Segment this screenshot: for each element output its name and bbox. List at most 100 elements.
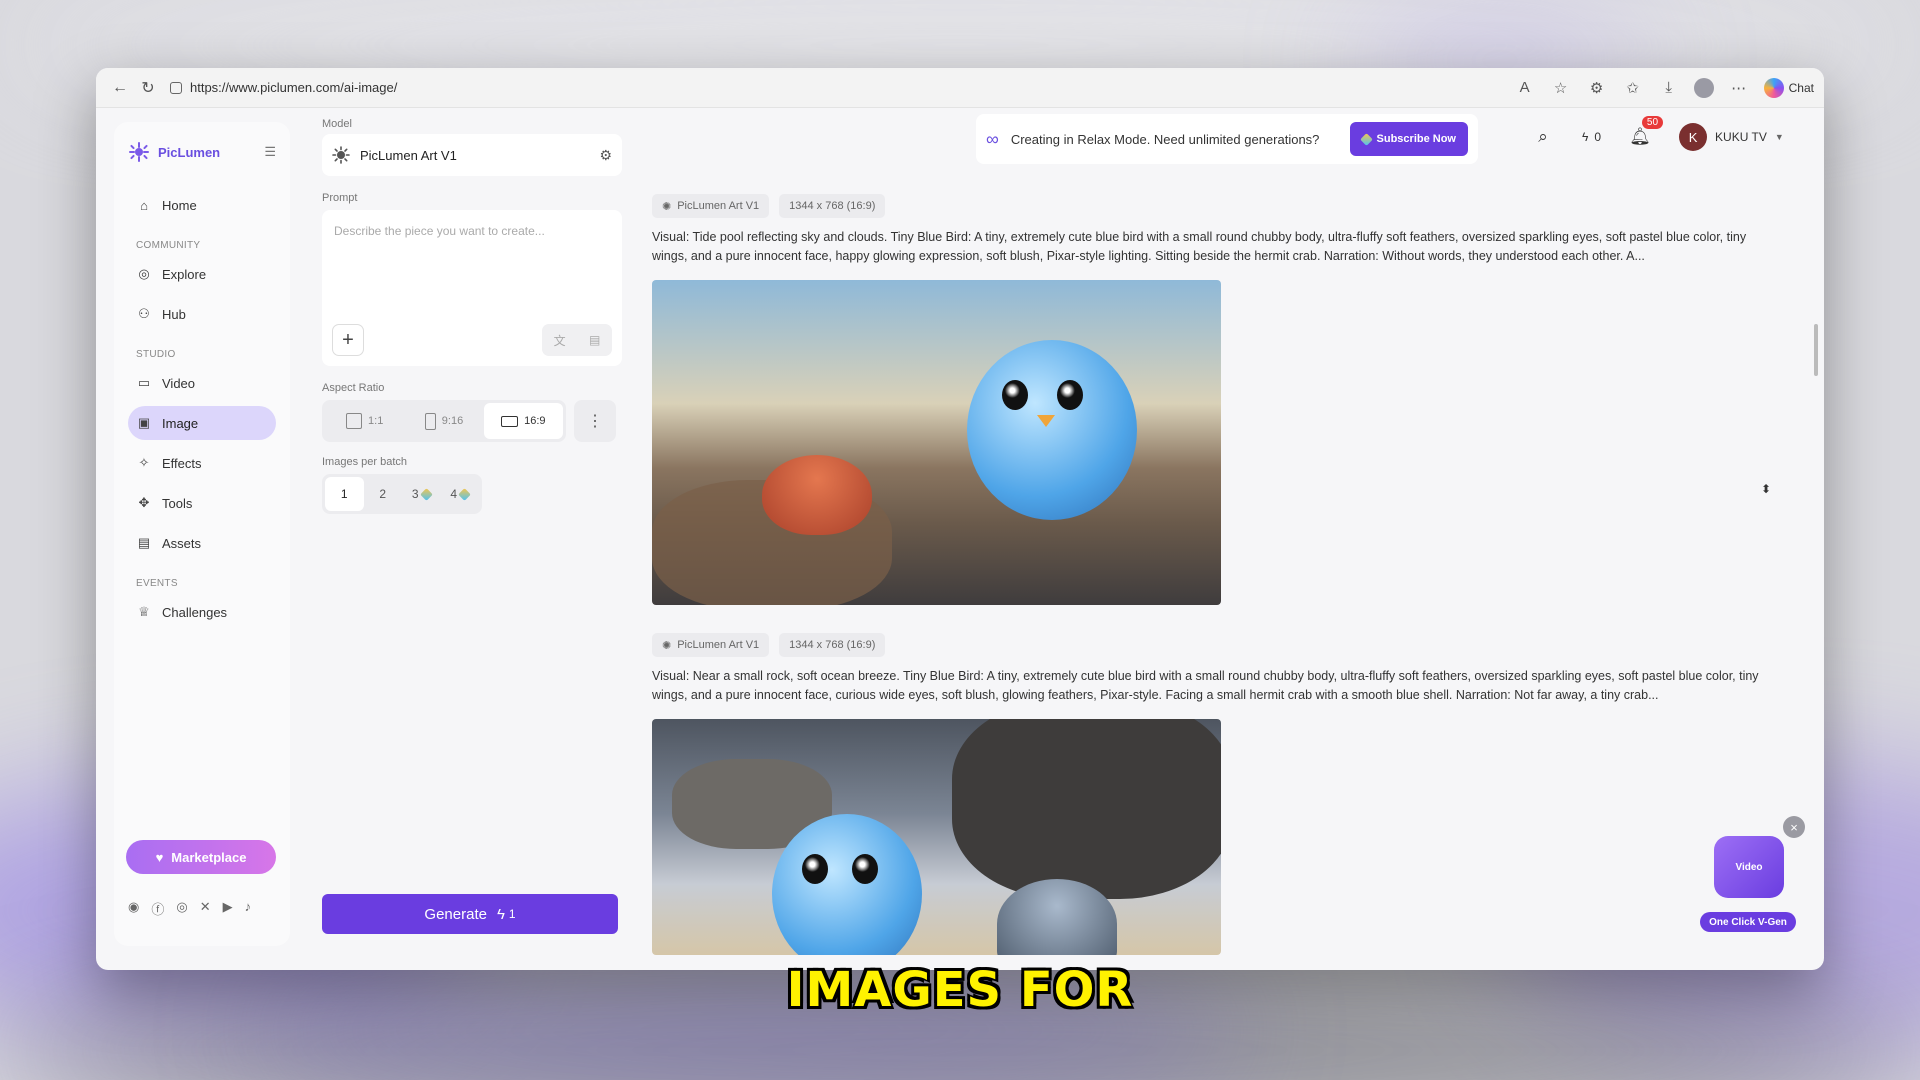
trophy-icon: ♕	[138, 604, 150, 619]
credits-counter[interactable]: ϟ 0	[1582, 130, 1601, 144]
instagram-icon[interactable]: ◎	[176, 899, 187, 918]
lock-icon	[170, 81, 182, 94]
extensions-icon[interactable]: ⚙	[1586, 77, 1608, 99]
video-icon: ▭	[137, 375, 151, 390]
batch-option-1[interactable]: 1	[325, 477, 364, 511]
home-icon: ⌂	[140, 197, 148, 213]
images-per-batch-selector: 1 2 3 4	[322, 474, 482, 514]
section-studio: STUDIO	[136, 349, 176, 360]
more-ratios-button[interactable]: ⋮	[574, 400, 616, 442]
infinity-icon: ∞	[986, 128, 999, 149]
section-events: EVENTS	[136, 578, 178, 589]
browser-toolbar: ← ↻ https://www.piclumen.com/ai-image/ A…	[96, 68, 1824, 108]
downloads-icon[interactable]: ⤓	[1658, 77, 1680, 99]
sidebar-item-video[interactable]: ▭ Video	[128, 366, 276, 400]
premium-gem-icon	[458, 487, 471, 501]
chevron-down-icon: ▼	[1774, 132, 1784, 142]
marketplace-button[interactable]: ♥ Marketplace	[126, 840, 276, 874]
prompt-input[interactable]	[334, 224, 610, 238]
facebook-icon[interactable]: ⓕ	[151, 899, 164, 918]
translate-icon[interactable]: 文	[554, 332, 566, 349]
youtube-icon[interactable]: ▶	[223, 899, 233, 918]
brand-name: PicLumen	[158, 144, 221, 160]
sidebar: PicLumen ☰ ⌂ Home COMMUNITY ◎ Explore ⚇ …	[114, 122, 290, 946]
users-icon: ⚇	[138, 306, 150, 321]
one-click-vgen-widget[interactable]: Video One Click V-Gen	[1700, 830, 1796, 934]
sidebar-item-explore[interactable]: ◎ Explore	[128, 257, 276, 291]
sidebar-item-challenges[interactable]: ♕ Challenges	[128, 595, 276, 629]
landscape-icon	[501, 415, 519, 427]
generation-feed: ✺ PicLumen Art V1 1344 x 768 (16:9) Visu…	[652, 194, 1772, 955]
search-icon[interactable]: ⌕	[1526, 120, 1560, 154]
discord-icon[interactable]: ◉	[128, 899, 139, 918]
address-bar[interactable]: https://www.piclumen.com/ai-image/	[170, 80, 397, 95]
prompt-library-icon[interactable]: ▤	[589, 333, 600, 347]
section-community: COMMUNITY	[136, 240, 201, 251]
sidebar-item-tools[interactable]: ✥ Tools	[128, 486, 276, 520]
resize-cursor-icon: ⬍	[1761, 482, 1772, 496]
aspect-option-1-1[interactable]: 1:1	[325, 403, 404, 439]
x-icon[interactable]: ✕	[200, 899, 211, 918]
more-menu-icon[interactable]: ⋯	[1728, 77, 1750, 99]
sidebar-item-image[interactable]: ▣ Image	[128, 406, 276, 440]
video-caption: IMAGES FOR	[786, 962, 1134, 1018]
sidebar-item-effects[interactable]: ✧ Effects	[128, 446, 276, 480]
scrollbar-thumb[interactable]	[1814, 324, 1818, 376]
bird-shape	[772, 814, 922, 955]
prompt-tools: 文 ▤	[542, 324, 612, 356]
add-reference-button[interactable]: +	[332, 324, 364, 356]
generation-prompt: Visual: Tide pool reflecting sky and clo…	[652, 230, 1747, 263]
generation-settings-panel: Model PicLumen Art V1 ⚙ Prompt + 文 ▤	[322, 118, 622, 958]
piclumen-logo-icon	[129, 142, 149, 162]
lightning-icon: ϟ	[1582, 130, 1589, 144]
batch-option-2[interactable]: 2	[364, 477, 403, 511]
model-chip: ✺ PicLumen Art V1	[652, 194, 770, 218]
tiktok-icon[interactable]: ♪	[245, 899, 252, 918]
size-chip: 1344 x 768 (16:9)	[779, 194, 886, 218]
user-name: KUKU TV	[1715, 130, 1767, 144]
model-value: PicLumen Art V1	[360, 147, 457, 163]
sidebar-item-assets[interactable]: ▤ Assets	[128, 526, 276, 560]
lightning-icon: ϟ	[496, 905, 505, 923]
generate-button[interactable]: Generate ϟ 1	[322, 894, 618, 934]
relax-mode-banner: ∞ Creating in Relax Mode. Need unlimited…	[976, 114, 1478, 164]
copilot-icon	[1763, 77, 1784, 98]
read-aloud-icon[interactable]: A	[1514, 77, 1536, 99]
collapse-sidebar-icon[interactable]: ☰	[264, 144, 276, 160]
portrait-icon	[424, 412, 436, 430]
back-icon[interactable]: ←	[106, 74, 134, 102]
model-selector[interactable]: PicLumen Art V1 ⚙	[322, 134, 622, 176]
generated-image[interactable]	[652, 280, 1221, 605]
user-menu[interactable]: K KUKU TV ▼	[1679, 123, 1784, 151]
image-icon: ▣	[137, 415, 151, 430]
sidebar-item-hub[interactable]: ⚇ Hub	[128, 297, 276, 331]
profile-avatar[interactable]	[1693, 77, 1714, 98]
notifications-bell-icon[interactable]: 🔔︎ 50	[1623, 116, 1664, 154]
copilot-chat-button[interactable]: Chat	[1763, 77, 1814, 98]
favorite-star-icon[interactable]: ☆	[1550, 77, 1572, 99]
generation-card: ✺ PicLumen Art V1 1344 x 768 (16:9) Visu…	[652, 194, 1772, 605]
model-logo-icon: ✺	[662, 200, 672, 213]
batch-option-3[interactable]: 3	[402, 477, 441, 511]
brand[interactable]: PicLumen ☰	[128, 138, 276, 166]
folder-icon: ▤	[137, 535, 151, 550]
batch-option-4[interactable]: 4	[441, 477, 480, 511]
reload-icon[interactable]: ↻	[134, 74, 162, 102]
model-logo-icon	[332, 146, 350, 164]
model-logo-icon: ✺	[662, 639, 672, 652]
model-chip: ✺ PicLumen Art V1	[652, 633, 770, 657]
model-settings-icon[interactable]: ⚙	[599, 147, 612, 164]
subscribe-button[interactable]: Subscribe Now	[1349, 122, 1468, 156]
heart-icon: ♥	[155, 849, 164, 865]
relax-mode-text: Creating in Relax Mode. Need unlimited g…	[1010, 131, 1320, 147]
bird-shape	[967, 340, 1137, 520]
aspect-option-9-16[interactable]: 9:16	[404, 403, 483, 439]
gem-icon	[1359, 132, 1373, 146]
favorites-list-icon[interactable]: ✩	[1622, 77, 1644, 99]
generated-image[interactable]	[652, 719, 1221, 955]
sidebar-item-home[interactable]: ⌂ Home	[128, 188, 276, 222]
aspect-option-16-9[interactable]: 16:9	[483, 403, 563, 439]
compass-icon: ◎	[138, 266, 150, 281]
premium-gem-icon	[419, 487, 433, 501]
notification-badge: 50	[1641, 116, 1664, 129]
